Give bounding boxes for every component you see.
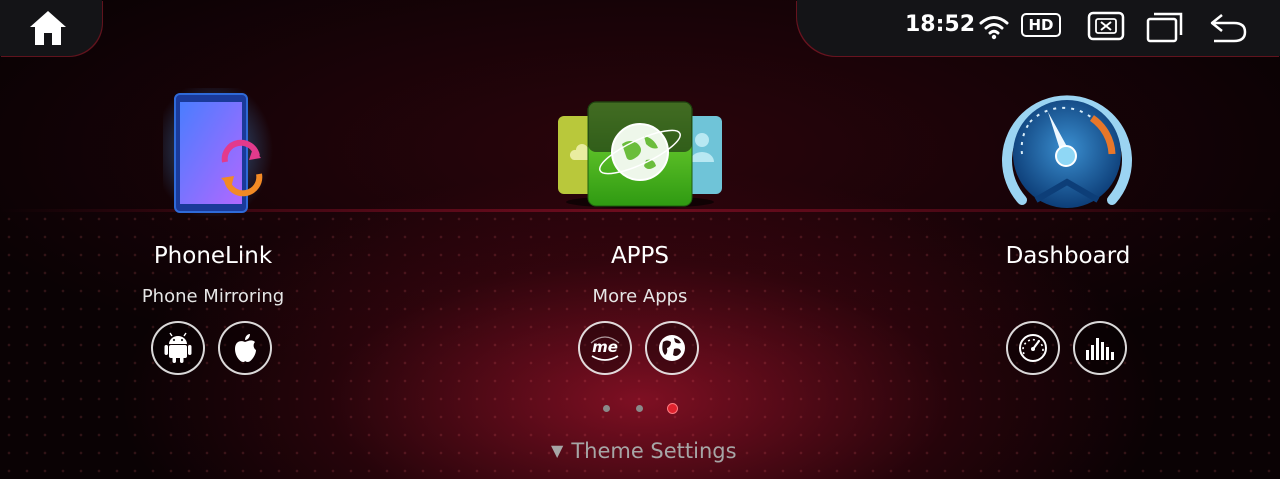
home-tab xyxy=(0,0,102,56)
apple-icon xyxy=(235,334,256,362)
equalizer-button[interactable] xyxy=(1073,321,1127,375)
apps-title: APPS xyxy=(610,243,670,269)
recent-windows-icon[interactable] xyxy=(1146,11,1184,43)
dashboard-title: Dashboard xyxy=(1005,243,1131,269)
page-dot-3-active[interactable] xyxy=(667,403,678,414)
apps-stack-icon[interactable] xyxy=(556,100,726,210)
wifi-icon xyxy=(979,16,1009,40)
gauge-icon xyxy=(1019,334,1047,362)
apple-button[interactable] xyxy=(218,321,272,375)
page-dot-2[interactable] xyxy=(636,405,643,412)
back-icon[interactable] xyxy=(1208,11,1248,45)
me-icon: me xyxy=(590,336,620,361)
close-app-icon[interactable] xyxy=(1087,11,1125,41)
globe-icon xyxy=(659,335,685,361)
globe-button[interactable] xyxy=(645,321,699,375)
phonelink-title: PhoneLink xyxy=(153,243,273,269)
hd-icon: HD xyxy=(1021,13,1061,37)
phone-link-icon[interactable] xyxy=(163,88,273,216)
clock: 18:52 xyxy=(905,12,976,37)
me-button[interactable]: me xyxy=(578,321,632,375)
android-icon xyxy=(164,332,192,363)
theme-settings-button[interactable]: ▼ Theme Settings xyxy=(551,439,737,463)
speedometer-icon[interactable] xyxy=(1000,92,1134,214)
caret-down-icon: ▼ xyxy=(551,441,564,460)
page-dot-1[interactable] xyxy=(603,405,610,412)
svg-text:me: me xyxy=(592,338,618,356)
android-button[interactable] xyxy=(151,321,205,375)
apps-subtitle: More Apps xyxy=(592,286,688,307)
theme-settings-label: Theme Settings xyxy=(571,439,737,463)
gauge-button[interactable] xyxy=(1006,321,1060,375)
phonelink-subtitle: Phone Mirroring xyxy=(141,286,285,307)
equalizer-icon xyxy=(1086,338,1114,360)
home-icon[interactable] xyxy=(28,9,68,47)
